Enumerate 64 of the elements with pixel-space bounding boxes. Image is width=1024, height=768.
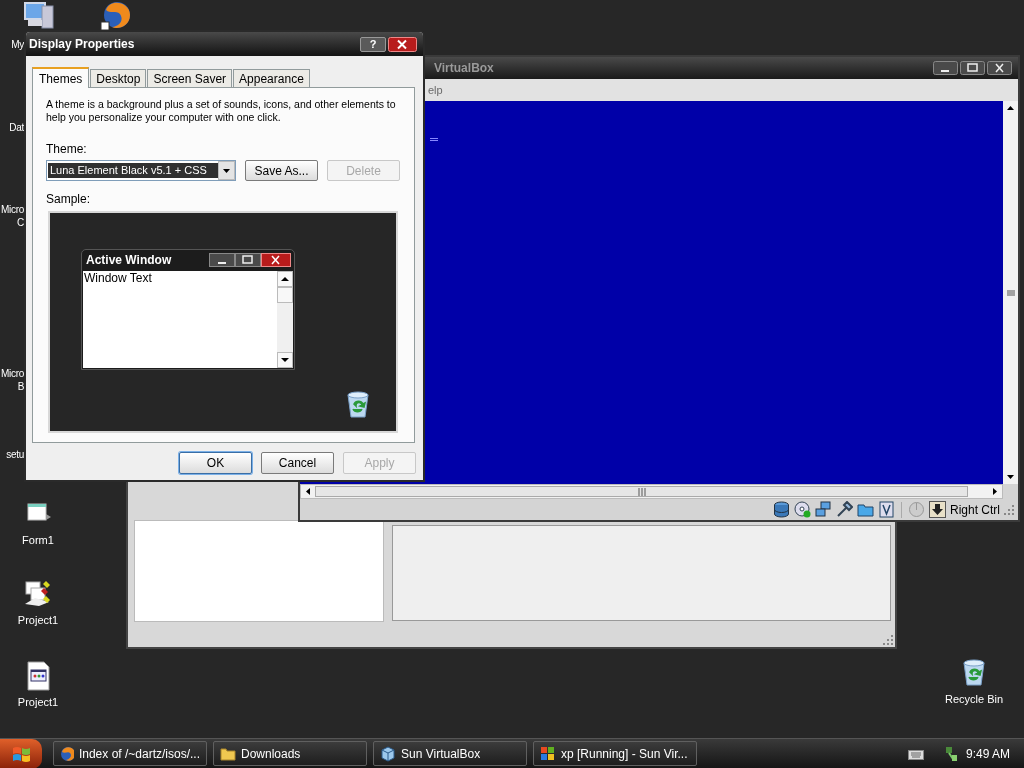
field-label: Sample: bbox=[46, 191, 92, 208]
tab[interactable]: Desktop bbox=[90, 69, 147, 87]
computer-icon[interactable] bbox=[22, 0, 56, 30]
icon-label: Recycle Bin bbox=[944, 692, 1004, 707]
display-icon[interactable] bbox=[878, 501, 895, 518]
icon-label: setu bbox=[6, 448, 24, 461]
text-cursor bbox=[430, 138, 438, 141]
folder-icon[interactable] bbox=[857, 501, 874, 518]
folder-icon bbox=[220, 745, 236, 762]
icon-label: Micro bbox=[1, 203, 24, 216]
maximize-icon bbox=[235, 252, 261, 267]
clock: 9:49 AM bbox=[965, 745, 1010, 763]
icon-label: Project1 bbox=[17, 613, 59, 628]
tab[interactable]: Screen Saver bbox=[147, 69, 233, 87]
icon-label: Form1 bbox=[22, 533, 54, 548]
host-key-label: Right Ctrl bbox=[950, 501, 1000, 519]
sample-window-text: Window Text bbox=[83, 271, 153, 287]
close-icon bbox=[261, 252, 291, 267]
theme-button[interactable]: Save As... bbox=[245, 160, 318, 181]
cd-icon[interactable] bbox=[794, 501, 811, 518]
taskbar-button[interactable]: Sun VirtualBox bbox=[373, 741, 527, 766]
resize-grip-icon[interactable] bbox=[883, 635, 893, 645]
flag-icon bbox=[540, 745, 556, 762]
download-arrow-icon[interactable] bbox=[929, 501, 946, 518]
scroll-grip-icon[interactable] bbox=[1005, 288, 1016, 297]
cube-icon bbox=[380, 745, 396, 762]
window-title: VirtualBox bbox=[434, 60, 494, 77]
icon-label: Micro bbox=[1, 367, 24, 380]
scroll-thumb[interactable] bbox=[315, 486, 968, 497]
description-text: A theme is a background plus a set of sounds, icons, and other elements to help you personalize your computer with one click. bbox=[46, 98, 397, 124]
icon-label: My bbox=[11, 38, 24, 51]
vertical-scrollbar[interactable] bbox=[1003, 101, 1018, 484]
help-button[interactable]: ? bbox=[360, 36, 386, 52]
tab[interactable]: Appearance bbox=[233, 69, 310, 87]
minimize-icon[interactable] bbox=[933, 61, 958, 75]
network-icon[interactable] bbox=[815, 501, 832, 518]
theme-dropdown[interactable]: Luna Element Black v5.1 + CSS bbox=[46, 160, 236, 181]
icon-label: B bbox=[17, 380, 24, 393]
window-title: Display Properties bbox=[29, 36, 135, 53]
close-icon[interactable] bbox=[388, 36, 417, 52]
horizontal-scrollbar[interactable] bbox=[300, 484, 1003, 499]
taskbar-button[interactable]: Index of /~dartz/isos/... bbox=[53, 741, 207, 766]
tab[interactable]: Themes bbox=[32, 67, 90, 88]
resize-grip-icon[interactable] bbox=[1004, 504, 1014, 515]
dialog-button[interactable]: OK bbox=[179, 452, 252, 474]
icon-label: C bbox=[17, 216, 24, 229]
keyboard-icon[interactable] bbox=[907, 747, 924, 760]
icon-label: Dat bbox=[9, 121, 24, 134]
maximize-icon[interactable] bbox=[960, 61, 985, 75]
dialog-button[interactable]: Cancel bbox=[261, 452, 334, 474]
icon-label: Project1 bbox=[17, 695, 59, 710]
window-title: Active Window bbox=[86, 251, 172, 269]
dropdown-value: Luna Element Black v5.1 + CSS bbox=[48, 163, 218, 178]
taskbar-button[interactable]: Downloads bbox=[213, 741, 367, 766]
scroll-grip-icon[interactable] bbox=[637, 487, 646, 496]
taskbar-button[interactable]: xp [Running] - Sun Vir... bbox=[533, 741, 697, 766]
windows-logo-icon bbox=[11, 744, 31, 763]
browser-icon[interactable] bbox=[100, 0, 132, 30]
close-icon[interactable] bbox=[987, 61, 1012, 75]
menu-item[interactable]: elp bbox=[428, 81, 443, 99]
field-label: Theme: bbox=[46, 141, 88, 158]
browser-icon bbox=[60, 745, 74, 762]
minimize-icon bbox=[209, 252, 235, 267]
start-button[interactable] bbox=[0, 738, 42, 768]
